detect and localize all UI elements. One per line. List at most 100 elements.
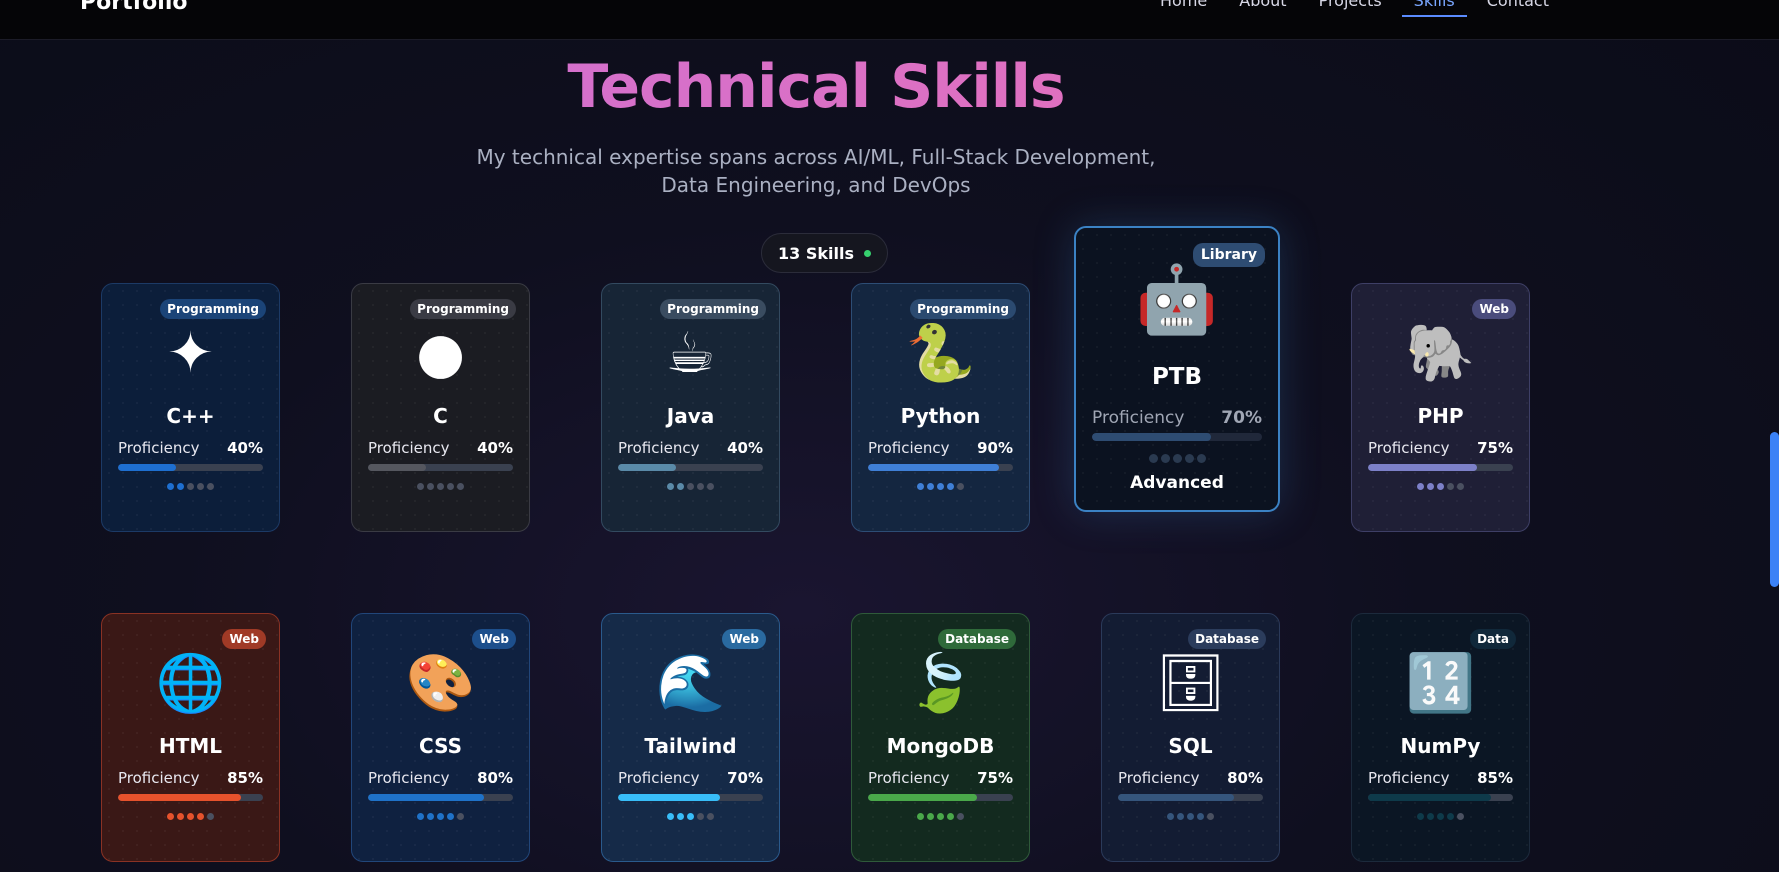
brand-logo[interactable]: Portfolio	[80, 0, 188, 15]
level-dot	[167, 813, 174, 820]
level-dots	[1076, 454, 1278, 463]
nav-home[interactable]: Home	[1160, 0, 1207, 16]
skill-card-c[interactable]: Programming ✦ C++ Proficiency 40%	[101, 283, 280, 532]
level-dots	[102, 483, 279, 490]
level-dot	[1447, 483, 1454, 490]
level-dots	[602, 483, 779, 490]
nav-about[interactable]: About	[1239, 0, 1286, 16]
level-dot	[1197, 813, 1204, 820]
c-sphere-icon: ●	[416, 321, 465, 386]
level-dot	[1437, 483, 1444, 490]
level-dot	[937, 483, 944, 490]
proficiency-bar-fill	[1368, 464, 1477, 471]
level-dot	[457, 483, 464, 490]
level-dots	[852, 813, 1029, 820]
proficiency-label: Proficiency	[1368, 769, 1450, 787]
level-dot	[197, 813, 204, 820]
proficiency-label: Proficiency	[1118, 769, 1200, 787]
level-dot	[667, 483, 674, 490]
level-dots	[1352, 483, 1529, 490]
nav-skills[interactable]: Skills	[1401, 0, 1467, 17]
level-dot	[1184, 454, 1194, 463]
ptb-robot-icon: 🤖	[1135, 261, 1219, 338]
skill-name: SQL	[1168, 734, 1213, 758]
proficiency-bar-fill	[1368, 794, 1492, 801]
level-dot	[197, 483, 204, 490]
proficiency-label: Proficiency	[1368, 439, 1450, 457]
level-dot	[927, 483, 934, 490]
proficiency-value: 75%	[977, 769, 1013, 787]
level-dot	[937, 813, 944, 820]
proficiency-value: 40%	[227, 439, 263, 457]
proficiency-bar	[1118, 794, 1263, 801]
level-dots	[352, 813, 529, 820]
proficiency-bar	[1368, 794, 1513, 801]
skill-card-tailwind[interactable]: Web 🌊 Tailwind Proficiency 70%	[601, 613, 780, 862]
category-badge: Web	[222, 629, 266, 649]
proficiency-value: 85%	[1477, 769, 1513, 787]
skill-card-php[interactable]: Web 🐘 PHP Proficiency 75%	[1351, 283, 1530, 532]
level-dot	[687, 813, 694, 820]
skill-card-c[interactable]: Programming ● C Proficiency 40%	[351, 283, 530, 532]
level-dot	[167, 483, 174, 490]
skill-card-mongodb[interactable]: Database 🍃 MongoDB Proficiency 75%	[851, 613, 1030, 862]
nav-projects[interactable]: Projects	[1319, 0, 1382, 16]
level-dot	[1427, 483, 1434, 490]
level-dot	[697, 483, 704, 490]
skill-card-numpy[interactable]: Data 🔢 NumPy Proficiency 85%	[1351, 613, 1530, 862]
proficiency-bar-fill	[368, 464, 426, 471]
level-dot	[187, 483, 194, 490]
proficiency-bar-fill	[1092, 433, 1211, 441]
skill-card-ptb[interactable]: Library 🤖 PTB Proficiency 70% Advanced	[1074, 226, 1280, 512]
level-dots	[352, 483, 529, 490]
skill-card-html[interactable]: Web 🌐 HTML Proficiency 85%	[101, 613, 280, 862]
skill-card-python[interactable]: Programming 🐍 Python Proficiency 90%	[851, 283, 1030, 532]
proficiency-bar	[368, 464, 513, 471]
level-dot	[1447, 813, 1454, 820]
proficiency-value: 40%	[477, 439, 513, 457]
level-dot	[457, 813, 464, 820]
skill-name: Java	[666, 404, 715, 428]
skill-level-label: Advanced	[1130, 473, 1224, 493]
level-dot	[917, 813, 924, 820]
mongodb-leaf-icon: 🍃	[905, 651, 976, 716]
level-dot	[427, 813, 434, 820]
skill-name: C	[433, 404, 448, 428]
level-dot	[957, 813, 964, 820]
skill-name: CSS	[419, 734, 462, 758]
level-dot	[917, 483, 924, 490]
level-dots	[1102, 813, 1279, 820]
tailwind-wave-icon: 🌊	[655, 651, 726, 716]
level-dot	[677, 483, 684, 490]
proficiency-bar-fill	[1118, 794, 1234, 801]
level-dot	[1457, 813, 1464, 820]
level-dot	[1177, 813, 1184, 820]
level-dot	[1417, 813, 1424, 820]
skill-card-css[interactable]: Web 🎨 CSS Proficiency 80%	[351, 613, 530, 862]
proficiency-label: Proficiency	[868, 439, 950, 457]
css-palette-icon: 🎨	[405, 651, 476, 716]
nav-contact[interactable]: Contact	[1487, 0, 1549, 16]
proficiency-label: Proficiency	[1092, 408, 1185, 428]
java-mug-icon: ☕	[665, 321, 716, 386]
scrollbar-thumb[interactable]	[1770, 432, 1779, 587]
proficiency-value: 40%	[727, 439, 763, 457]
proficiency-label: Proficiency	[368, 439, 450, 457]
page-subtitle: My technical expertise spans across AI/M…	[476, 145, 1156, 197]
level-dot	[1172, 454, 1182, 463]
skill-card-java[interactable]: Programming ☕ Java Proficiency 40%	[601, 283, 780, 532]
skill-name: NumPy	[1400, 734, 1481, 758]
skill-count-pill: 13 Skills	[761, 233, 888, 273]
proficiency-bar-fill	[868, 794, 977, 801]
level-dots	[852, 483, 1029, 490]
proficiency-label: Proficiency	[368, 769, 450, 787]
skill-card-sql[interactable]: Database 🗄 SQL Proficiency 80%	[1101, 613, 1280, 862]
top-navbar: Portfolio Home About Projects Skills Con…	[0, 0, 1779, 40]
level-dot	[417, 483, 424, 490]
python-snake-icon: 🐍	[905, 321, 976, 386]
proficiency-bar	[868, 464, 1013, 471]
html-globe-icon: 🌐	[155, 651, 226, 716]
level-dot	[417, 813, 424, 820]
skill-name: HTML	[158, 734, 223, 758]
level-dot	[667, 813, 674, 820]
